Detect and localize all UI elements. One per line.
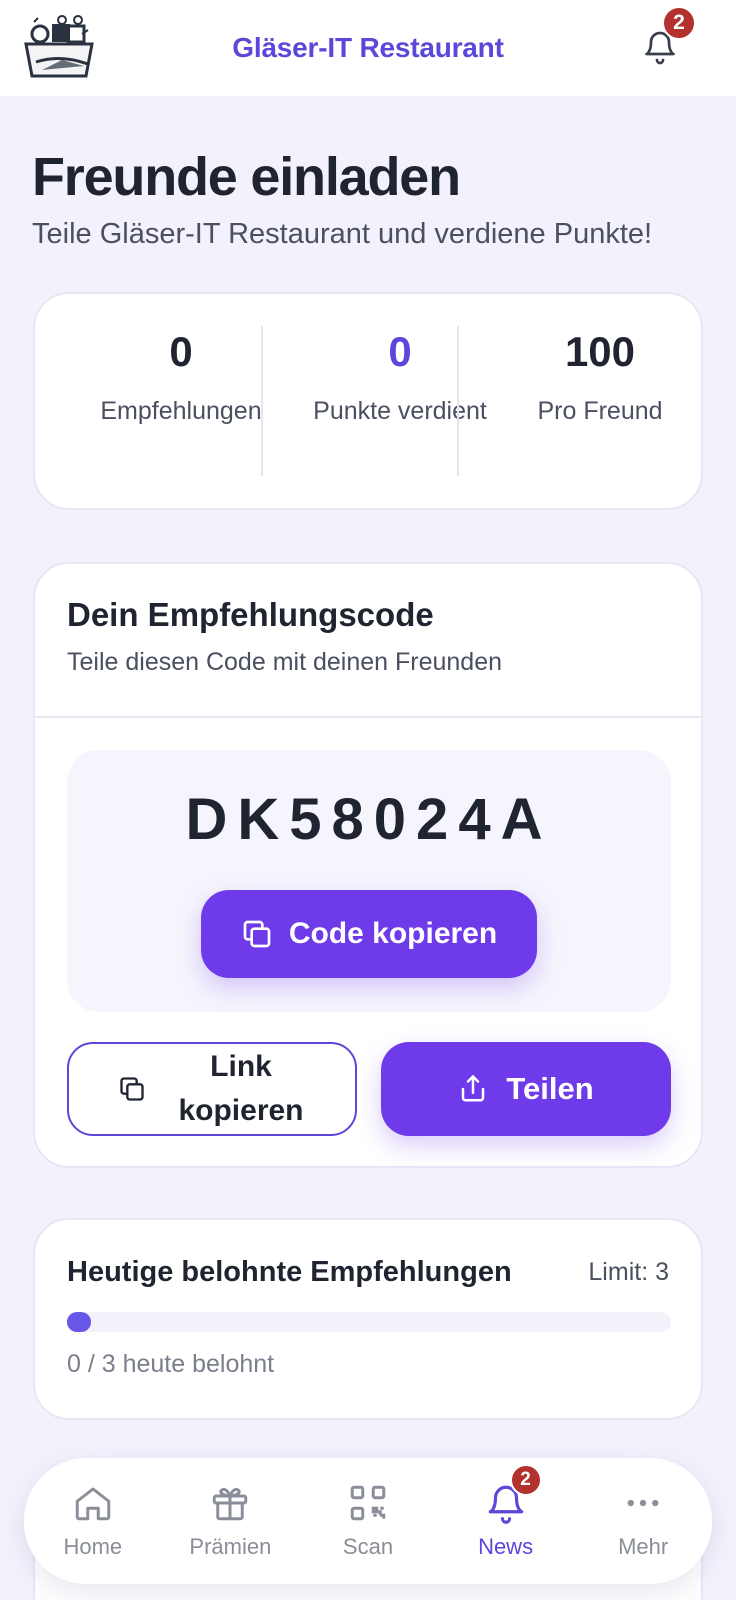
more-icon (627, 1499, 659, 1507)
nav-item-praemien[interactable]: Prämien (170, 1482, 290, 1560)
copy-link-label: Link kopieren (178, 1050, 304, 1127)
stat-value: 0 (388, 328, 412, 375)
stat-points-earned: 0 Punkte verdient (305, 322, 495, 430)
stat-referrals: 0 Empfehlungen (81, 322, 281, 430)
referral-code-box: DK58024A Code kopieren (67, 750, 671, 1012)
copy-icon (120, 1077, 144, 1101)
stats-card: 0 Empfehlungen 0 Punkte verdient 100 Pro… (33, 292, 703, 510)
stat-label: Empfehlungen (100, 397, 262, 425)
share-label: Teilen (506, 1071, 594, 1106)
referral-code[interactable]: DK58024A (67, 786, 671, 853)
stat-label: Punkte verdient (313, 397, 487, 425)
nav-item-home[interactable]: Home (33, 1482, 153, 1560)
nav-label: Scan (342, 1534, 394, 1559)
app-title: Gläser-IT Restaurant (232, 32, 504, 63)
bottom-navigation: Home Prämien Scan 2 News Mehr (24, 1458, 712, 1584)
nav-label: Home (63, 1534, 123, 1559)
home-icon (75, 1487, 111, 1521)
page-subtitle: Teile Gläser-IT Restaurant und verdiene … (32, 218, 653, 250)
page-title: Freunde einladen (32, 147, 461, 207)
stat-value: 100 (564, 328, 636, 375)
nav-label: Mehr (618, 1534, 669, 1559)
gift-icon (213, 1487, 248, 1521)
app-header: Gläser-IT Restaurant 2 (0, 0, 736, 96)
divider (457, 326, 459, 476)
daily-progress-fill (67, 1312, 91, 1332)
news-badge: 2 (509, 1464, 542, 1496)
referral-code-subtitle: Teile diesen Code mit deinen Freunden (67, 648, 502, 676)
daily-limit-card: Heutige belohnte Empfehlungen Limit: 3 0… (33, 1218, 703, 1420)
nav-item-mehr[interactable]: Mehr (583, 1482, 703, 1560)
daily-limit-value: Limit: 3 (588, 1258, 669, 1286)
nav-label: Prämien (189, 1534, 272, 1559)
notification-badge: 2 (662, 6, 696, 40)
qr-icon (350, 1485, 386, 1521)
stat-label: Pro Freund (537, 397, 663, 425)
gift-basket-logo[interactable] (22, 14, 96, 80)
daily-limit-title: Heutige belohnte Empfehlungen (67, 1256, 512, 1288)
notifications-button[interactable]: 2 (642, 6, 696, 68)
share-icon (462, 1075, 485, 1102)
nav-label: News (478, 1534, 534, 1559)
copy-link-button[interactable]: Link kopieren (67, 1042, 357, 1136)
copy-code-label: Code kopieren (288, 917, 498, 950)
copy-code-button[interactable]: Code kopieren (201, 890, 537, 978)
share-button[interactable]: Teilen (381, 1042, 671, 1136)
divider (261, 326, 263, 476)
daily-progress-bar (67, 1312, 671, 1332)
referral-code-title: Dein Empfehlungscode (67, 596, 434, 633)
daily-progress-text: 0 / 3 heute belohnt (67, 1350, 275, 1378)
referral-code-card: Dein Empfehlungscode Teile diesen Code m… (33, 562, 703, 1168)
nav-item-scan[interactable]: Scan (308, 1482, 428, 1560)
stat-per-friend: 100 Pro Freund (505, 322, 695, 430)
divider (35, 716, 701, 718)
stat-value: 0 (169, 328, 193, 375)
nav-item-news[interactable]: 2 News (446, 1464, 566, 1560)
copy-icon (243, 920, 271, 948)
